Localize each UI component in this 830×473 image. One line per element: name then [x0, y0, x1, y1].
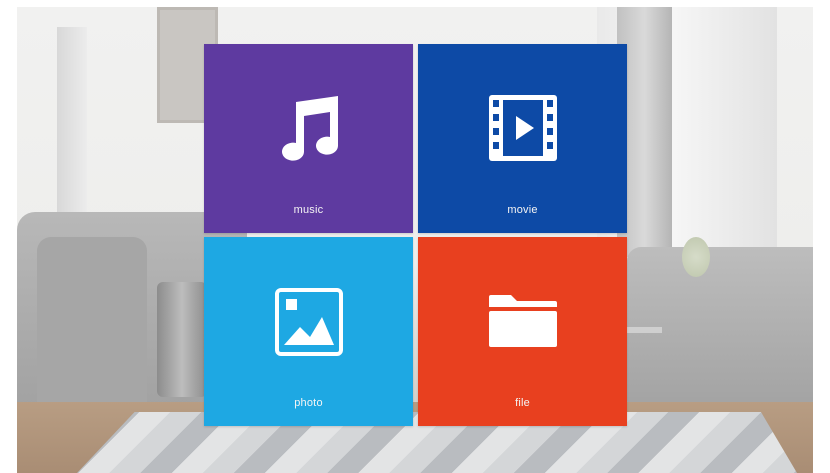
movie-label: movie	[507, 204, 538, 216]
photo-label: photo	[294, 397, 323, 409]
media-menu-grid: music movie photo file	[204, 44, 628, 426]
photo-tile[interactable]: photo	[204, 237, 413, 426]
music-note-icon	[281, 96, 338, 161]
background-sofa-arm	[37, 237, 147, 427]
music-label: music	[293, 204, 324, 216]
background-plant	[682, 237, 710, 277]
movie-tile[interactable]: movie	[418, 44, 627, 233]
file-tile[interactable]: file	[418, 237, 627, 426]
image-icon	[274, 288, 343, 356]
background-curtain-left	[57, 27, 87, 217]
folder-icon	[488, 295, 557, 347]
music-tile[interactable]: music	[204, 44, 413, 233]
film-play-icon	[488, 95, 557, 161]
background-throw-blanket	[157, 282, 207, 397]
file-label: file	[515, 397, 530, 409]
